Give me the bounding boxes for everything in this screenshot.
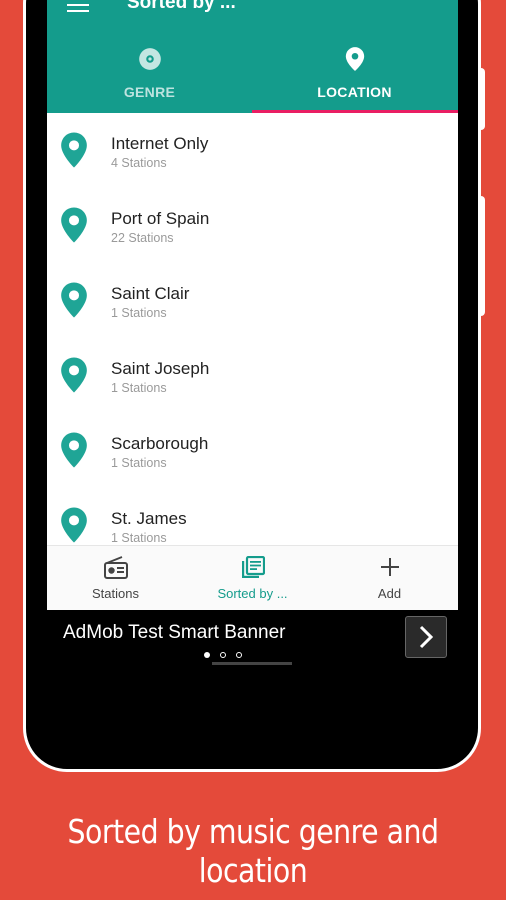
plus-icon	[380, 558, 399, 576]
ad-next-button[interactable]	[405, 616, 447, 658]
station-count: 22 Stations	[111, 231, 174, 245]
station-count: 4 Stations	[111, 156, 167, 170]
location-pin-icon	[61, 282, 87, 318]
app-bar: Sorted by ... GENRE LOCATION	[47, 0, 458, 113]
bottom-navigation: Stations Sorted by ... Add	[47, 545, 458, 610]
location-name: Saint Joseph	[111, 359, 210, 378]
location-name: Internet Only	[111, 134, 209, 153]
station-count: 1 Stations	[111, 381, 167, 395]
nav-sorted-by[interactable]: Sorted by ...	[184, 546, 321, 610]
location-name: Saint Clair	[111, 284, 190, 303]
nav-add[interactable]: Add	[321, 546, 458, 610]
tab-genre[interactable]: GENRE	[47, 40, 252, 113]
location-pin-icon	[345, 47, 364, 71]
promo-caption: Sorted by music genre and location	[67, 812, 439, 890]
page-dot	[220, 652, 226, 658]
location-pin-icon	[61, 432, 87, 468]
tab-location[interactable]: LOCATION	[252, 40, 457, 113]
page-dot-active	[204, 652, 210, 658]
list-item[interactable]: Scarborough 1 Stations	[47, 413, 458, 488]
location-pin-icon	[61, 507, 87, 543]
location-list: Internet Only 4 Stations Port of Spain 2…	[47, 113, 458, 545]
phone-side-button	[479, 196, 485, 316]
station-count: 1 Stations	[111, 456, 167, 470]
list-item[interactable]: St. James 1 Stations	[47, 488, 458, 545]
location-name: Port of Spain	[111, 209, 210, 228]
ad-banner-text[interactable]: AdMob Test Smart Banner	[63, 622, 285, 644]
tab-location-label: LOCATION	[317, 84, 392, 100]
page-title: Sorted by ...	[127, 0, 236, 13]
nav-sorted-by-label: Sorted by ...	[217, 586, 288, 601]
station-count: 1 Stations	[111, 531, 167, 545]
library-books-icon	[241, 556, 265, 578]
location-pin-icon	[61, 132, 87, 168]
page-dot	[236, 652, 242, 658]
location-name: Scarborough	[111, 434, 209, 453]
app-screen: Sorted by ... GENRE LOCATION Internet On…	[47, 0, 458, 610]
chevron-right-icon	[419, 625, 434, 649]
list-item[interactable]: Port of Spain 22 Stations	[47, 188, 458, 263]
location-pin-icon	[61, 357, 87, 393]
list-item[interactable]: Internet Only 4 Stations	[47, 113, 458, 188]
location-pin-icon	[61, 207, 87, 243]
tab-genre-label: GENRE	[123, 84, 176, 100]
station-count: 1 Stations	[111, 306, 167, 320]
menu-icon[interactable]	[67, 0, 89, 12]
nav-add-label: Add	[377, 586, 402, 601]
list-item[interactable]: Saint Joseph 1 Stations	[47, 338, 458, 413]
nav-stations[interactable]: Stations	[47, 546, 184, 610]
ad-progress-bar	[212, 662, 292, 665]
location-name: St. James	[111, 509, 187, 528]
radio-icon	[103, 556, 128, 579]
nav-stations-label: Stations	[92, 586, 139, 601]
disc-icon	[138, 48, 161, 70]
phone-side-button	[479, 68, 485, 130]
list-item[interactable]: Saint Clair 1 Stations	[47, 263, 458, 338]
